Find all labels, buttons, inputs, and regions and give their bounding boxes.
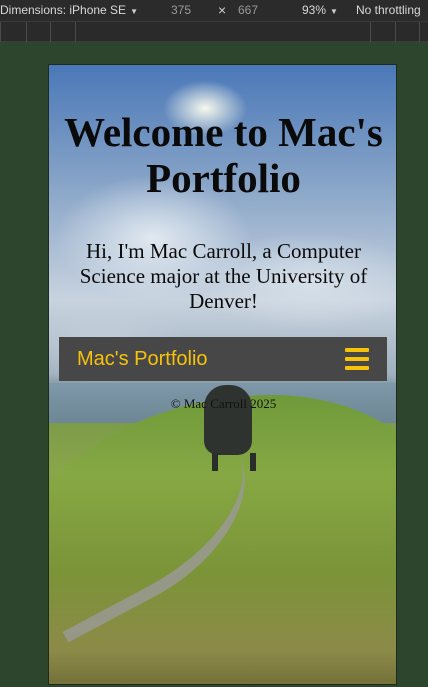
- navbar: Mac's Portfolio: [59, 337, 387, 381]
- chevron-down-icon: ▼: [130, 7, 138, 16]
- height-input[interactable]: 667: [238, 3, 258, 17]
- intro-text: Hi, I'm Mac Carroll, a Computer Science …: [79, 239, 368, 313]
- width-input[interactable]: 375: [171, 3, 191, 17]
- page-title: Welcome to Mac's Portfolio: [64, 109, 383, 201]
- devtools-toolbar: Dimensions: iPhone SE ▼ 375 × 667 93% ▼ No…: [0, 0, 428, 22]
- times-icon: ×: [218, 2, 227, 18]
- throttling-selector[interactable]: No throttling: [356, 3, 421, 17]
- media-query-ruler: [0, 22, 428, 42]
- zoom-label: 93%: [302, 3, 327, 17]
- hamburger-menu-icon[interactable]: [345, 348, 369, 370]
- chevron-down-icon: ▼: [330, 7, 338, 16]
- nav-brand[interactable]: Mac's Portfolio: [77, 348, 208, 371]
- device-selector[interactable]: Dimensions: iPhone SE ▼: [0, 3, 138, 17]
- footer-copyright: © Mac Carroll 2025: [170, 396, 277, 411]
- device-label: Dimensions: iPhone SE: [0, 3, 127, 17]
- zoom-selector[interactable]: 93% ▼: [302, 3, 338, 17]
- device-viewport: Welcome to Mac's Portfolio Hi, I'm Mac C…: [48, 64, 397, 685]
